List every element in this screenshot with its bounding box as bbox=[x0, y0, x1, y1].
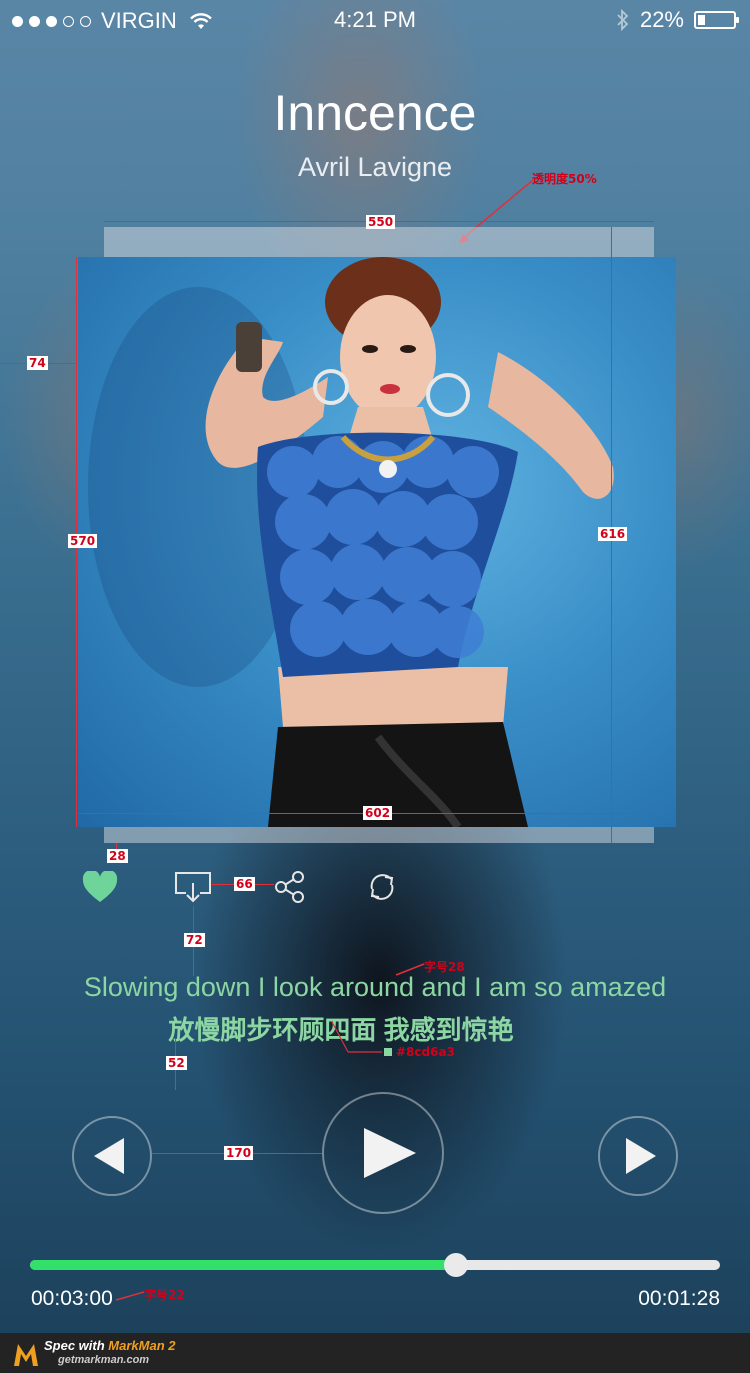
share-icon[interactable] bbox=[274, 870, 306, 904]
song-title: Inncence bbox=[273, 85, 477, 141]
annotation-left-margin: 74 bbox=[27, 356, 48, 370]
annotation-art-width: 602 bbox=[363, 806, 393, 820]
annotation-gap-under-card: 28 bbox=[107, 849, 128, 863]
annotation-control-spacing: 170 bbox=[224, 1146, 254, 1160]
markman-footer: Spec with MarkMan 2 getmarkman.com bbox=[0, 1333, 750, 1373]
annotation-gap-icons-lyrics: 72 bbox=[184, 933, 205, 947]
next-button[interactable] bbox=[598, 1116, 678, 1196]
battery-percent: 22% bbox=[639, 7, 684, 32]
next-icon bbox=[626, 1138, 656, 1174]
repeat-icon[interactable] bbox=[366, 871, 398, 903]
play-icon bbox=[364, 1128, 416, 1178]
heart-icon[interactable] bbox=[82, 871, 118, 903]
airplay-icon[interactable] bbox=[174, 871, 212, 905]
annotation-color-text: #8cd6a3 bbox=[396, 1045, 455, 1059]
lyric-line-english: Slowing down I look around and I am so a… bbox=[83, 972, 667, 1002]
play-button[interactable] bbox=[322, 1092, 444, 1214]
artist-name: Avril Lavigne bbox=[297, 152, 453, 182]
progress-played bbox=[30, 1260, 456, 1270]
footer-brand-name: MarkMan 2 bbox=[108, 1338, 176, 1353]
annotation-art-height: 570 bbox=[68, 534, 98, 548]
elapsed-time: 00:03:00 bbox=[31, 1287, 113, 1310]
annotation-card-height: 616 bbox=[598, 527, 628, 541]
previous-icon bbox=[94, 1138, 124, 1174]
footer-brand: Spec with MarkMan 2 bbox=[44, 1338, 176, 1353]
annotation-time-font-size: 字号22 bbox=[144, 1288, 185, 1302]
annotation-opacity: 透明度50% bbox=[532, 172, 597, 186]
remaining-time: 00:01:28 bbox=[638, 1287, 720, 1310]
annotation-card-width: 550 bbox=[366, 215, 396, 229]
battery-icon bbox=[694, 11, 739, 29]
album-art bbox=[78, 257, 676, 827]
footer-brand-prefix: Spec with bbox=[44, 1338, 109, 1353]
footer-url: getmarkman.com bbox=[58, 1354, 150, 1366]
annotation-gap-lyrics-controls: 52 bbox=[166, 1056, 187, 1070]
status-right: 22% bbox=[616, 7, 739, 33]
annotation-arrow bbox=[115, 1291, 145, 1301]
progress-knob[interactable] bbox=[443, 1253, 468, 1277]
progress-bar[interactable] bbox=[30, 1253, 720, 1277]
annotation-arrow bbox=[331, 1021, 382, 1053]
previous-button[interactable] bbox=[72, 1116, 152, 1196]
color-swatch bbox=[384, 1048, 392, 1056]
status-bar: VIRGIN 4:21 PM 22% bbox=[0, 0, 750, 40]
annotation-icon-spacing: 66 bbox=[234, 877, 255, 891]
bluetooth-icon bbox=[617, 9, 629, 31]
markman-logo bbox=[14, 1344, 38, 1366]
album-art-illustration bbox=[88, 257, 614, 827]
annotation-lyric-color: #8cd6a3 bbox=[384, 1045, 455, 1059]
